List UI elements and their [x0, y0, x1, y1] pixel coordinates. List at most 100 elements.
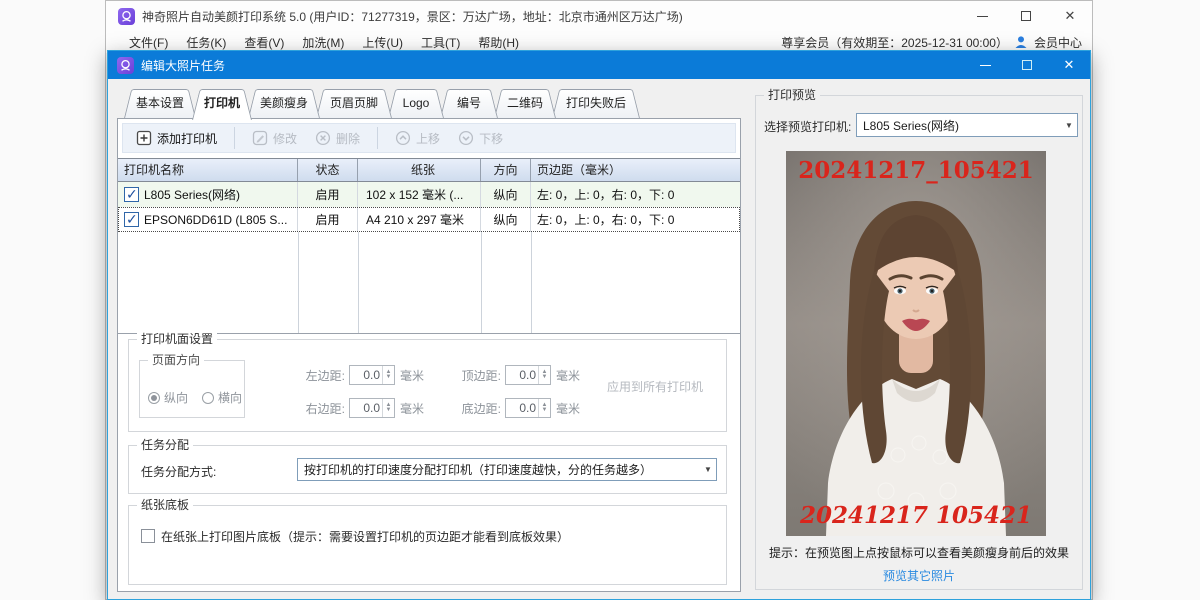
move-up-button[interactable]: 上移	[390, 128, 445, 149]
dialog-titlebar: 编辑大照片任务 ✕	[108, 51, 1090, 79]
tab-printer[interactable]: 打印机	[189, 89, 255, 120]
printer-tab-panel: 添加打印机 修改 删除 上移 下移	[117, 118, 741, 592]
top-margin-field: 顶边距: 0.0▲▼ 毫米	[435, 365, 580, 385]
group-title: 任务分配	[137, 438, 193, 452]
printer-name: L805 Series(网络)	[144, 186, 240, 203]
col-header-paper[interactable]: 纸张	[358, 159, 481, 181]
group-title: 纸张底板	[137, 498, 193, 512]
printer-orientation: 纵向	[481, 207, 531, 232]
move-down-button[interactable]: 下移	[453, 128, 508, 149]
group-title: 打印预览	[764, 88, 820, 102]
dialog-minimize-icon[interactable]	[964, 51, 1006, 79]
tab-basic-settings[interactable]: 基本设置	[121, 89, 199, 118]
spinner-arrows-icon[interactable]: ▲▼	[538, 399, 550, 417]
dialog-maximize-icon[interactable]	[1006, 51, 1048, 79]
printer-paper: A4 210 x 297 毫米	[358, 207, 481, 232]
left-margin-field: 左边距: 0.0▲▼ 毫米	[279, 365, 424, 385]
dialog-body: 基本设置 打印机 美颜瘦身 页眉页脚 Logo 编号 二维码 打印失败后 添加打…	[108, 79, 1090, 599]
printer-name: EPSON6DD61D (L805 S...	[144, 213, 287, 227]
tab-header-footer[interactable]: 页眉页脚	[313, 89, 395, 118]
group-title: 打印机面设置	[137, 332, 217, 346]
printer-status: 启用	[298, 207, 358, 232]
modify-printer-button[interactable]: 修改	[247, 128, 302, 149]
col-header-margins[interactable]: 页边距（毫米）	[531, 159, 739, 181]
chevron-down-icon: ▼	[1061, 121, 1077, 130]
task-allocation-select[interactable]: 按打印机的打印速度分配打印机（打印速度越快，分的任务越多） ▼	[297, 458, 717, 481]
main-window-controls: ✕	[960, 1, 1092, 31]
apply-to-all-printers-button[interactable]: 应用到所有打印机	[607, 378, 703, 395]
edit-photo-task-dialog: 编辑大照片任务 ✕ 基本设置 打印机 美颜瘦身 页眉页脚 Logo 编号 二维码…	[107, 50, 1091, 600]
plus-square-icon	[136, 130, 152, 146]
table-row-selected[interactable]: EPSON6DD61D (L805 S... 启用 A4 210 x 297 毫…	[118, 207, 740, 232]
preview-photo[interactable]: 20241217_105421 20241217 105421	[786, 151, 1046, 536]
dialog-window-controls: ✕	[964, 51, 1090, 79]
preview-printer-select[interactable]: L805 Series(网络) ▼	[856, 113, 1078, 137]
dialog-close-icon[interactable]: ✕	[1048, 51, 1090, 79]
printer-paper: 102 x 152 毫米 (...	[358, 182, 481, 207]
printer-checkbox[interactable]	[124, 187, 139, 202]
watermark-top: 20241217_105421	[786, 157, 1046, 184]
radio-dot-icon	[202, 392, 214, 404]
dialog-app-icon	[117, 57, 134, 74]
printer-checkbox[interactable]	[124, 212, 139, 227]
tab-qrcode[interactable]: 二维码	[491, 89, 559, 118]
maximize-icon[interactable]	[1004, 1, 1048, 31]
page-orientation-group: 页面方向 纵向 横向	[139, 360, 245, 418]
toolbar-separator	[377, 127, 378, 149]
member-area: 尊享会员（有效期至：2025-12-31 00:00） 会员中心	[781, 34, 1082, 51]
landscape-radio[interactable]: 横向	[202, 389, 242, 406]
table-header-row: 打印机名称 状态 纸张 方向 页边距（毫米）	[118, 159, 740, 182]
close-icon[interactable]: ✕	[1048, 1, 1092, 31]
spinner-arrows-icon[interactable]: ▲▼	[382, 399, 394, 417]
portrait-radio[interactable]: 纵向	[148, 389, 188, 406]
printer-margins: 左: 0，上: 0，右: 0，下: 0	[531, 207, 739, 232]
spinner-arrows-icon[interactable]: ▲▼	[538, 366, 550, 384]
delete-circle-icon	[315, 130, 331, 146]
printer-status: 启用	[298, 182, 358, 207]
table-row[interactable]: L805 Series(网络) 启用 102 x 152 毫米 (... 纵向 …	[118, 182, 740, 207]
tab-beauty[interactable]: 美颜瘦身	[245, 89, 323, 118]
preview-other-photos-link[interactable]: 预览其它照片	[756, 567, 1082, 584]
print-backplate-label: 在纸张上打印图片底板（提示：需要设置打印机的页边距才能看到底板效果）	[161, 528, 569, 545]
left-margin-input[interactable]: 0.0▲▼	[349, 365, 395, 385]
dialog-title: 编辑大照片任务	[141, 57, 225, 74]
toolbar-separator	[234, 127, 235, 149]
member-status: 尊享会员（有效期至：2025-12-31 00:00）	[781, 34, 1008, 51]
radio-dot-icon	[148, 392, 160, 404]
paper-backplate-group: 纸张底板 在纸张上打印图片底板（提示：需要设置打印机的页边距才能看到底板效果）	[128, 505, 727, 585]
chevron-up-circle-icon	[395, 130, 411, 146]
bottom-margin-input[interactable]: 0.0▲▼	[505, 398, 551, 418]
table-grid-lines	[118, 232, 740, 333]
printer-margins: 左: 0，上: 0，右: 0，下: 0	[531, 182, 739, 207]
portrait-photo-illustration	[786, 151, 1046, 536]
col-header-orientation[interactable]: 方向	[481, 159, 531, 181]
task-allocation-label: 任务分配方式:	[141, 463, 216, 480]
right-margin-input[interactable]: 0.0▲▼	[349, 398, 395, 418]
bottom-margin-field: 底边距: 0.0▲▼ 毫米	[435, 398, 580, 418]
printer-page-settings-group: 打印机面设置 页面方向 纵向 横向 左边距: 0.0▲▼ 毫米 顶边距: 0.0…	[128, 339, 727, 432]
printer-toolbar: 添加打印机 修改 删除 上移 下移	[122, 123, 736, 153]
printer-orientation: 纵向	[481, 182, 531, 207]
col-header-name[interactable]: 打印机名称	[118, 159, 298, 181]
preview-tip-text: 提示：在预览图上点按鼠标可以查看美颜瘦身前后的效果	[756, 544, 1082, 561]
print-preview-group: 打印预览 选择预览打印机: L805 Series(网络) ▼	[755, 95, 1083, 590]
add-printer-button[interactable]: 添加打印机	[131, 128, 222, 149]
group-title: 页面方向	[148, 353, 204, 367]
member-center-link[interactable]: 会员中心	[1034, 34, 1082, 51]
pencil-icon	[252, 130, 268, 146]
task-allocation-group: 任务分配 任务分配方式: 按打印机的打印速度分配打印机（打印速度越快，分的任务越…	[128, 445, 727, 494]
printer-table: 打印机名称 状态 纸张 方向 页边距（毫米） L805 Series(网络) 启…	[118, 158, 740, 334]
watermark-bottom: 20241217 105421	[786, 502, 1046, 529]
print-backplate-checkbox[interactable]	[141, 529, 155, 543]
tab-bar: 基本设置 打印机 美颜瘦身 页眉页脚 Logo 编号 二维码 打印失败后	[121, 89, 643, 118]
top-margin-input[interactable]: 0.0▲▼	[505, 365, 551, 385]
delete-printer-button[interactable]: 删除	[310, 128, 365, 149]
col-header-status[interactable]: 状态	[298, 159, 358, 181]
preview-printer-label: 选择预览打印机:	[764, 118, 851, 135]
tab-print-failed[interactable]: 打印失败后	[549, 89, 643, 118]
app-icon	[118, 8, 135, 25]
chevron-down-circle-icon	[458, 130, 474, 146]
minimize-icon[interactable]	[960, 1, 1004, 31]
main-titlebar: 神奇照片自动美颜打印系统 5.0 (用户ID：71277319，景区：万达广场，…	[106, 1, 1092, 31]
spinner-arrows-icon[interactable]: ▲▼	[382, 366, 394, 384]
